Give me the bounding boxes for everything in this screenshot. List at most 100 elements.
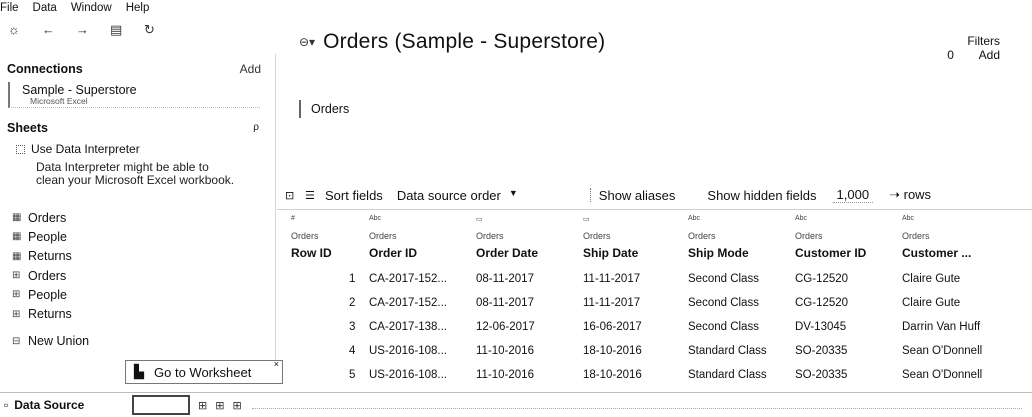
string-type-icon[interactable]: Abc xyxy=(795,215,807,222)
menu-help[interactable]: Help xyxy=(126,0,156,18)
column-source: Orders xyxy=(369,231,397,241)
table-cell: Darrin Van Huff xyxy=(902,321,981,333)
filters-label: Filters xyxy=(967,34,1000,48)
refresh-icon[interactable]: ↻ xyxy=(144,22,178,38)
table-cell: 11-11-2017 xyxy=(583,273,641,285)
close-icon[interactable]: × xyxy=(274,359,279,369)
table-cell: 3 xyxy=(349,321,356,333)
new-union-item[interactable]: ⊟ New Union xyxy=(12,332,89,351)
sheet-label: Orders xyxy=(28,268,67,283)
column-source: Orders xyxy=(476,231,504,241)
back-icon[interactable]: ← xyxy=(42,22,76,38)
sheet-label: Returns xyxy=(28,249,72,264)
table-cell: 1 xyxy=(349,273,356,285)
add-filter-button[interactable]: Add xyxy=(979,48,1000,62)
sort-fields-dropdown[interactable]: Data source order ▼ xyxy=(397,188,518,203)
table-drag-handle xyxy=(299,100,301,118)
union-icon: ⊟ xyxy=(12,335,21,347)
table-cell: 16-06-2017 xyxy=(583,321,642,333)
rows-label: ➝ rows xyxy=(889,187,932,202)
grid-view-icon[interactable]: ⊡ xyxy=(285,189,303,202)
string-type-icon[interactable]: Abc xyxy=(688,215,700,222)
named-range-people[interactable]: ⊞ People xyxy=(12,285,89,304)
filters-panel: Filters 0 Add xyxy=(947,34,1000,62)
string-type-icon[interactable]: Abc xyxy=(902,215,914,222)
table-cell: 11-11-2017 xyxy=(583,297,641,309)
table-cell: CA-2017-152... xyxy=(369,273,447,285)
sheet-item-people[interactable]: ▦ People xyxy=(12,227,89,246)
column-header: Order ID xyxy=(369,246,418,260)
sheet-item-orders[interactable]: ▦ Orders xyxy=(12,208,89,227)
canvas-table-orders[interactable]: Orders xyxy=(299,100,349,118)
column-customer-id[interactable]: Abc Orders Customer ID CG-12520 CG-12520… xyxy=(795,210,895,386)
column-source: Orders xyxy=(795,231,823,241)
named-range-icon: ⊞ xyxy=(12,289,21,301)
table-cell: 18-10-2016 xyxy=(583,345,642,357)
sheet-icon: ▦ xyxy=(12,250,22,262)
show-hidden-fields-toggle[interactable]: Show hidden fields xyxy=(707,188,816,203)
sheet-label: Returns xyxy=(28,307,72,322)
go-to-worksheet-tooltip[interactable]: ▙ Go to Worksheet × xyxy=(125,359,283,384)
table-cell: 11-10-2016 xyxy=(476,345,534,357)
sheet-item-returns[interactable]: ▦ Returns xyxy=(12,247,89,266)
list-view-icon[interactable]: ☰ xyxy=(305,189,323,202)
search-icon[interactable]: ρ xyxy=(253,122,259,133)
rows-input[interactable]: 1,000 xyxy=(832,187,874,203)
rows-arrow-icon: ➝ xyxy=(889,187,904,202)
table-cell: Sean O'Donnell xyxy=(902,345,983,357)
go-to-worksheet-label: Go to Worksheet xyxy=(154,364,252,380)
menu-data[interactable]: Data xyxy=(33,0,63,18)
sheet-label: People xyxy=(28,229,67,244)
column-ship-mode[interactable]: Abc Orders Ship Mode Second Class Second… xyxy=(688,210,788,386)
table-cell: Standard Class xyxy=(688,345,767,357)
sheet-list: ▦ Orders ▦ People ▦ Returns ⊞ Orders ⊞ P… xyxy=(12,208,89,351)
column-order-date[interactable]: ▭ Orders Order Date 08-11-2017 08-11-201… xyxy=(476,210,576,386)
menu-window[interactable]: Window xyxy=(71,0,118,18)
tableau-logo-icon[interactable]: ☼ xyxy=(8,22,42,38)
column-header: Customer ... xyxy=(902,246,972,260)
data-source-tab[interactable]: ▫ Data Source xyxy=(0,398,132,412)
table-cell: US-2016-108... xyxy=(369,345,447,357)
menu-file[interactable]: File xyxy=(0,0,25,18)
table-cell: Sean O'Donnell xyxy=(902,369,983,381)
table-cell: 08-11-2017 xyxy=(476,297,534,309)
data-interpreter-label: Use Data Interpreter xyxy=(31,142,140,156)
table-cell: Claire Gute xyxy=(902,273,961,285)
new-story-icon[interactable]: ⊞ xyxy=(232,399,241,412)
datasource-tab-icon: ▫ xyxy=(4,398,9,412)
data-interpreter-checkbox[interactable]: Use Data Interpreter xyxy=(16,142,140,156)
datasource-title[interactable]: Orders (Sample - Superstore) xyxy=(323,30,605,54)
sort-fields-label: Sort fields xyxy=(325,187,383,203)
data-interpreter-description: Data Interpreter might be able to clean … xyxy=(36,160,235,187)
column-order-id[interactable]: Abc Orders Order ID CA-2017-152... CA-20… xyxy=(369,210,469,386)
datasource-icon[interactable]: ⊖▾ xyxy=(299,35,315,49)
main-pane: ⊖▾ Orders (Sample - Superstore) Filters … xyxy=(277,18,1032,388)
date-type-icon[interactable]: ▭ xyxy=(476,215,483,223)
show-aliases-toggle[interactable]: Show aliases xyxy=(599,188,676,203)
new-worksheet-icon[interactable]: ⊞ xyxy=(198,399,207,412)
string-type-icon[interactable]: Abc xyxy=(369,215,381,222)
add-connection-button[interactable]: Add xyxy=(240,62,261,76)
save-icon[interactable]: ▤ xyxy=(110,22,144,38)
table-cell: SO-20335 xyxy=(795,345,848,357)
column-ship-date[interactable]: ▭ Orders Ship Date 11-11-2017 11-11-2017… xyxy=(583,210,683,386)
number-type-icon[interactable]: # xyxy=(291,215,295,222)
divider xyxy=(589,188,591,202)
date-type-icon[interactable]: ▭ xyxy=(583,215,590,223)
table-cell: 12-06-2017 xyxy=(476,321,535,333)
named-range-returns[interactable]: ⊞ Returns xyxy=(12,304,89,323)
sheet-tab[interactable] xyxy=(132,395,190,415)
table-cell: 2 xyxy=(349,297,356,309)
forward-icon[interactable]: → xyxy=(76,22,110,38)
worksheet-icon: ▙ xyxy=(134,364,144,379)
named-range-icon: ⊞ xyxy=(12,308,21,320)
column-source: Orders xyxy=(688,231,716,241)
new-dashboard-icon[interactable]: ⊞ xyxy=(215,399,224,412)
connection-item[interactable]: Sample - Superstore Microsoft Excel xyxy=(8,82,260,108)
named-range-orders[interactable]: ⊞ Orders xyxy=(12,266,89,285)
column-customer-name[interactable]: Abc Orders Customer ... Claire Gute Clai… xyxy=(902,210,1027,386)
column-source: Orders xyxy=(902,231,930,241)
tab-strip-filler xyxy=(251,401,1022,409)
canvas-table-label: Orders xyxy=(311,102,350,116)
column-row-id[interactable]: # Orders Row ID 1 2 3 4 5 xyxy=(291,210,361,386)
